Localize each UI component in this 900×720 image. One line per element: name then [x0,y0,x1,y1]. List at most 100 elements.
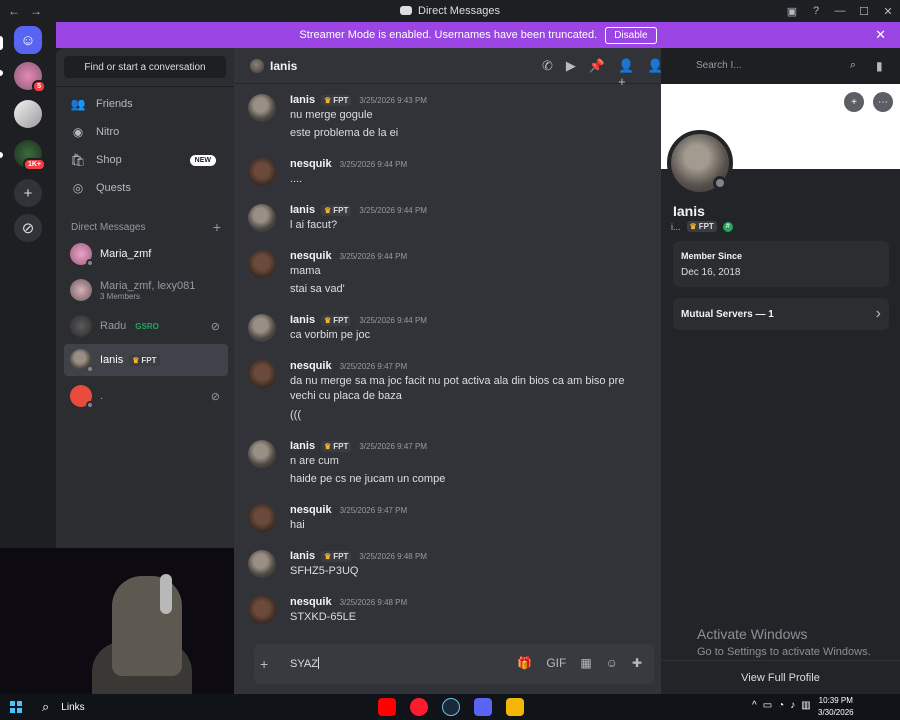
mention-badge: 1K+ [22,158,46,171]
attach-plus-icon[interactable]: + [260,656,268,672]
emoji-icon[interactable]: ☺ [606,656,618,670]
nav-shop[interactable]: 🛍 Shop NEW [64,147,226,173]
close-window-button[interactable]: ✕ [876,5,900,18]
discord-taskbar-icon[interactable] [474,698,492,716]
voice-call-icon[interactable]: ✆ [542,58,553,89]
message-author[interactable]: Ianis [290,440,315,452]
dm-item-maria[interactable]: Maria_zmf [64,238,228,270]
forward-arrow-icon[interactable]: → [28,4,44,18]
message-avatar[interactable] [248,314,276,342]
tray-battery-icon[interactable]: ▥ [801,700,810,711]
message-text: da nu merge sa ma joc facit nu pot activ… [290,375,625,402]
add-friends-to-dm-icon[interactable]: 👤+ [618,58,634,89]
chat-panel: Ianis ✆ ▶ 📌 👤+ 👤 Ianis ♛ FPT 3/25/2026 9:43… [234,48,663,694]
nav-friends[interactable]: 👥 Friends [64,91,226,117]
system-tray: ^ ▭ ◔ ♪ ▥ [752,700,811,711]
message-avatar[interactable] [248,360,276,388]
home-button[interactable]: ☺ [14,26,42,54]
steam-icon[interactable] [442,698,460,716]
blocked-icon: ⊘ [210,390,220,403]
maximize-button[interactable]: ☐ [852,5,876,18]
tray-network-icon[interactable]: ◔ [778,700,784,711]
app-icon[interactable] [506,698,524,716]
search-placeholder: Search I... [696,60,742,71]
mention-badge: 5 [32,80,46,93]
minimize-button[interactable]: — [828,5,852,17]
message-avatar[interactable] [248,204,276,232]
message-timestamp: 3/25/2026 9:47 PM [339,361,408,371]
inbox-icon[interactable]: ▮ [876,59,883,73]
taskbar-search-label[interactable]: Links [61,702,84,713]
message-author[interactable]: Ianis [290,314,315,326]
youtube-icon[interactable] [378,698,396,716]
taskbar: ⌕ Links ^ ▭ ◔ ♪ ▥ 10:39 PM 3/30/2026 [0,694,900,720]
message-avatar[interactable] [248,250,276,278]
dm-item-dot[interactable]: . ⊘ [64,380,228,412]
help-icon[interactable]: ? [804,5,828,17]
message-avatar[interactable] [248,440,276,468]
message-avatar[interactable] [248,596,276,624]
avatar [70,349,94,373]
crown-icon: ♛ [324,551,332,561]
mutual-servers-row[interactable]: Mutual Servers — 1 › [673,298,889,330]
header-toolbar: ✆ ▶ 📌 👤+ 👤 [542,58,663,89]
message-header: Ianis ♛ FPT 3/25/2026 9:47 PM [290,440,427,452]
status-dot [86,401,94,409]
find-conversation-input[interactable]: Find or start a conversation [64,56,226,78]
video-call-icon[interactable]: ▶ [566,58,576,89]
taskbar-clock[interactable]: 10:39 PM 3/30/2026 [818,695,854,719]
tray-volume-icon[interactable]: ♪ [790,700,795,711]
server-icon-3[interactable]: 1K+ [14,140,46,171]
sticker-icon[interactable]: ▦ [580,656,591,670]
apps-icon[interactable]: ✚ [632,656,642,670]
message-timestamp: 3/25/2026 9:47 PM [359,441,427,451]
message-author[interactable]: Ianis [290,94,315,106]
server-icon-2[interactable] [14,100,42,128]
message-input[interactable]: SYAZ [290,657,319,670]
pinned-messages-icon[interactable]: 📌 [589,58,605,89]
message-avatar[interactable] [248,94,276,122]
close-banner-icon[interactable]: ✕ [875,27,886,43]
unread-pill [0,70,3,76]
message-author[interactable]: nesquik [290,504,332,516]
message-avatar[interactable] [248,550,276,578]
avatar [70,315,92,337]
message-text: STXKD-65LE [290,611,357,623]
add-friend-icon[interactable]: + [844,92,864,112]
message-author[interactable]: nesquik [290,158,332,170]
nav-nitro[interactable]: ◉ Nitro [64,119,226,145]
message-author[interactable]: Ianis [290,550,315,562]
windows-start-icon[interactable] [10,701,22,713]
more-options-icon[interactable]: ⋯ [873,92,893,112]
server-tag: ♛ FPT [321,94,352,106]
message-author[interactable]: nesquik [290,360,332,372]
message-avatar[interactable] [248,158,276,186]
dm-item-group[interactable]: Maria_zmf, lexy081 3 Members [64,274,228,306]
dm-item-radu[interactable]: Radu GSRO ⊘ [64,310,228,342]
back-arrow-icon[interactable]: ← [6,4,22,18]
message-author[interactable]: nesquik [290,250,332,262]
view-full-profile-button[interactable]: View Full Profile [661,660,900,694]
search-input[interactable]: Search I... ⌕ [690,56,862,77]
text-caret [317,657,319,669]
message-avatar[interactable] [248,504,276,532]
gif-icon[interactable]: GIF [546,656,566,670]
opera-icon[interactable] [410,698,428,716]
inbox-screen-icon[interactable]: ▣ [780,5,804,18]
message-text: hai [290,519,305,531]
gift-icon[interactable]: 🎁 [517,656,532,670]
message-author[interactable]: Ianis [290,204,315,216]
disable-streamer-mode-button[interactable]: Disable [605,26,657,44]
server-icon-1[interactable]: 5 [14,62,46,93]
dm-item-ianis[interactable]: Ianis ♛ FPT [64,344,228,376]
message-author[interactable]: nesquik [290,596,332,608]
message-header: Ianis ♛ FPT 3/25/2026 9:44 PM [290,204,427,216]
tag-text: FPT [698,222,714,231]
tray-overflow-icon[interactable]: ^ [752,700,757,711]
nav-quests[interactable]: ◎ Quests [64,175,226,201]
tray-display-icon[interactable]: ▭ [763,700,772,711]
add-server-button[interactable]: + [14,179,42,207]
taskbar-search-icon[interactable]: ⌕ [42,699,49,715]
create-dm-icon[interactable]: + [213,220,221,234]
discover-button[interactable]: ⊘ [14,214,42,242]
